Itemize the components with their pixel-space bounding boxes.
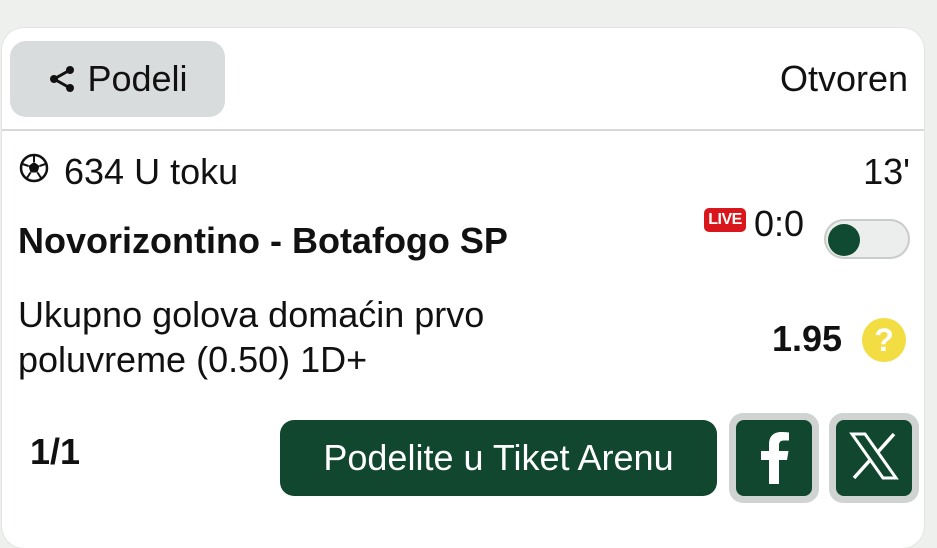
bet-share-card: Podeli Otvoren 634 U toku 13' Novorizont… bbox=[2, 28, 924, 548]
x-icon bbox=[847, 429, 901, 488]
ticket-counter: 1/1 bbox=[30, 431, 81, 472]
live-badge: LIVE bbox=[704, 208, 746, 232]
share-button[interactable]: Podeli bbox=[10, 41, 225, 117]
match-info: 634 U toku bbox=[18, 151, 238, 193]
bet-odds: 1.95 bbox=[772, 318, 843, 359]
divider bbox=[2, 129, 924, 131]
toggle-knob bbox=[828, 224, 860, 256]
bet-market: Ukupno golova domaćin prvo poluvreme (0.… bbox=[18, 294, 485, 380]
share-label: Podeli bbox=[87, 58, 188, 99]
soccer-ball-icon bbox=[18, 151, 50, 193]
match-score: 0:0 bbox=[754, 203, 805, 244]
ticket-status: Otvoren bbox=[779, 58, 908, 99]
facebook-share-button[interactable] bbox=[729, 413, 819, 503]
share-icon bbox=[47, 64, 77, 94]
match-code-status: 634 U toku bbox=[64, 151, 239, 192]
match-minute: 13' bbox=[863, 151, 910, 192]
match-teams: Novorizontino - Botafogo SP bbox=[18, 220, 508, 261]
facebook-icon bbox=[754, 428, 794, 489]
live-toggle[interactable] bbox=[824, 219, 910, 259]
x-share-button[interactable] bbox=[829, 413, 919, 503]
question-icon[interactable]: ? bbox=[862, 318, 906, 362]
share-to-arena-button[interactable]: Podelite u Tiket Arenu bbox=[280, 420, 717, 496]
